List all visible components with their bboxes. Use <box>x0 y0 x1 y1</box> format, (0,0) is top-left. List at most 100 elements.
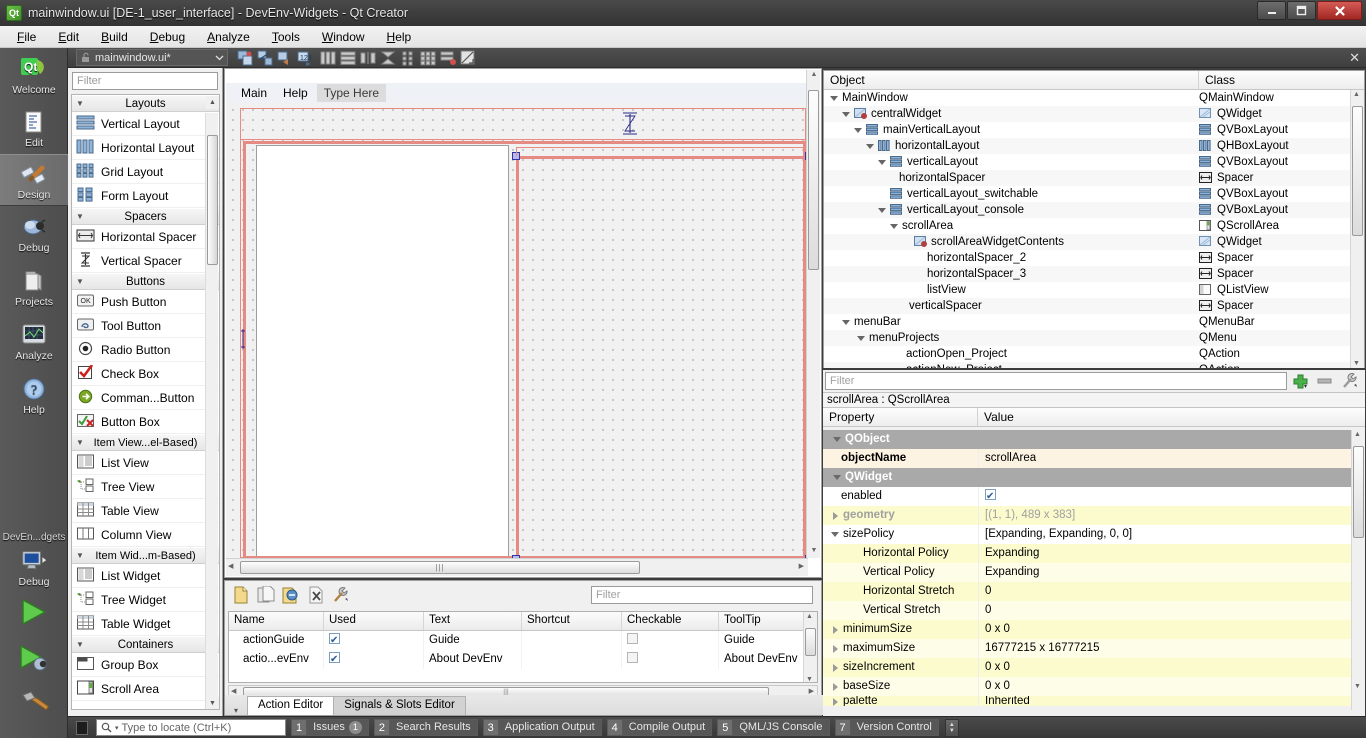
output-button-qmljs-console[interactable]: 5 QML/JS Console <box>717 719 830 736</box>
column-value[interactable]: Value <box>978 408 1020 426</box>
property-value[interactable]: 0 <box>978 601 1351 620</box>
used-checkbox[interactable] <box>329 650 340 669</box>
widget-item-tree-widget[interactable]: Tree Widget <box>72 588 219 612</box>
output-button-application-output[interactable]: 3 Application Output <box>482 719 602 736</box>
menu-build[interactable]: Build <box>90 27 139 47</box>
tree-row-horizontalspacer-2[interactable]: horizontalSpacer_2 Spacer <box>824 250 1352 266</box>
scroll-left-arrow-icon[interactable]: ◀ <box>231 687 236 695</box>
object-inspector-scrollbar[interactable]: ▲ ▼ <box>1350 90 1364 368</box>
column-name[interactable]: Name <box>229 612 324 630</box>
output-button-compile-output[interactable]: 4 Compile Output <box>606 719 713 736</box>
wrench-icon[interactable] <box>1339 373 1361 389</box>
property-value[interactable]: 0 x 0 <box>978 677 1351 696</box>
maximize-button[interactable] <box>1287 1 1316 20</box>
new-action-icon[interactable] <box>231 585 251 605</box>
widget-box-scrollbar[interactable]: ▲ ▼ <box>205 96 219 709</box>
scroll-down-arrow-icon[interactable]: ▼ <box>806 676 813 682</box>
widget-item-check-box[interactable]: Check Box <box>72 362 219 386</box>
adjust-size-icon[interactable] <box>459 49 477 67</box>
property-row-enabled[interactable]: enabled <box>823 487 1351 506</box>
property-value[interactable]: 0 x 0 <box>978 658 1351 677</box>
scroll-up-arrow-icon[interactable]: ▲ <box>809 71 819 81</box>
property-value[interactable]: Expanding <box>978 544 1351 563</box>
tree-row-actionnew-project[interactable]: actionNew_Project QAction <box>824 362 1352 368</box>
cell-checkable[interactable] <box>622 650 719 669</box>
tree-row-mainverticallayout[interactable]: mainVerticalLayout QVBoxLayout <box>824 122 1352 138</box>
active-project-label[interactable]: DevEn...dgets <box>0 528 68 545</box>
expander-icon[interactable] <box>842 318 851 327</box>
property-row-sizepolicy[interactable]: sizePolicy [Expanding, Expanding, 0, 0] <box>823 525 1351 544</box>
expander-icon[interactable] <box>831 530 840 539</box>
tree-row-actionopen-project[interactable]: actionOpen_Project QAction <box>824 346 1352 362</box>
property-group-qwidget[interactable]: QWidget <box>823 468 1351 487</box>
close-button[interactable] <box>1317 1 1362 20</box>
build-button[interactable] <box>0 681 68 727</box>
expander-icon[interactable] <box>878 206 887 215</box>
menu-edit[interactable]: Edit <box>47 27 90 47</box>
property-value[interactable] <box>978 487 1351 506</box>
tree-row-centralwidget[interactable]: centralWidget QWidget <box>824 106 1352 122</box>
tree-row-verticallayout[interactable]: verticalLayout QVBoxLayout <box>824 154 1352 170</box>
widget-item-column-view[interactable]: Column View <box>72 523 219 547</box>
property-row-vertical-stretch[interactable]: Vertical Stretch 0 <box>823 601 1351 620</box>
output-pane-toggle[interactable] <box>76 720 88 735</box>
enabled-checkbox[interactable] <box>985 487 996 506</box>
tree-row-scrollareawidgetcontents[interactable]: scrollAreaWidgetContents QWidget <box>824 234 1352 250</box>
scroll-up-arrow-icon[interactable]: ▲ <box>1354 431 1361 438</box>
debug-run-button[interactable] <box>0 635 68 681</box>
minus-icon[interactable] <box>1315 377 1335 385</box>
scroll-right-arrow-icon[interactable]: ▶ <box>799 562 804 570</box>
widget-item-list-view[interactable]: List View <box>72 451 219 475</box>
expander-icon[interactable] <box>878 158 887 167</box>
layout-splitter-h-icon[interactable] <box>359 49 377 67</box>
configure-icon[interactable] <box>331 585 351 605</box>
table-row[interactable]: actio...evEnv About DevEnv About DevEnv <box>229 650 817 669</box>
mode-welcome[interactable]: Qt Welcome <box>0 48 68 102</box>
tree-row-menuprojects[interactable]: menuProjects QMenu <box>824 330 1352 346</box>
widget-category-layouts[interactable]: ▼ Layouts <box>72 95 219 112</box>
form-canvas[interactable] <box>226 103 808 558</box>
property-row-basesize[interactable]: baseSize 0 x 0 <box>823 677 1351 696</box>
tree-row-scrollarea[interactable]: scrollArea QScrollArea <box>824 218 1352 234</box>
property-value[interactable]: [Expanding, Expanding, 0, 0] <box>978 525 1351 544</box>
property-value[interactable]: 0 x 0 <box>978 620 1351 639</box>
property-value[interactable]: Expanding <box>978 563 1351 582</box>
column-object[interactable]: Object <box>824 71 1199 89</box>
form-horizontal-scrollbar[interactable]: ◀ ||| ▶ <box>226 558 808 576</box>
property-value[interactable]: 16777215 x 16777215 <box>978 639 1351 658</box>
widget-item-vertical-layout[interactable]: Vertical Layout <box>72 112 219 136</box>
layout-grid-icon[interactable] <box>419 49 437 67</box>
widget-item-list-widget[interactable]: List Widget <box>72 564 219 588</box>
widget-item-horizontal-spacer[interactable]: Horizontal Spacer <box>72 225 219 249</box>
scroll-down-arrow-icon[interactable]: ▼ <box>1354 683 1361 690</box>
column-text[interactable]: Text <box>424 612 522 630</box>
layout-splitter-v-icon[interactable] <box>379 49 397 67</box>
widget-item-vertical-spacer[interactable]: Vertical Spacer <box>72 249 219 273</box>
column-tooltip[interactable]: ToolTip <box>719 612 804 630</box>
tree-row-horizontalspacer-3[interactable]: horizontalSpacer_3 Spacer <box>824 266 1352 282</box>
object-tree[interactable]: MainWindow QMainWindow centralWidget QWi… <box>824 90 1352 368</box>
edit-action-icon[interactable] <box>281 585 301 605</box>
property-row-vertical-policy[interactable]: Vertical Policy Expanding <box>823 563 1351 582</box>
output-pane-resize-handle[interactable]: ▲ ▼ <box>944 718 959 737</box>
menu-file[interactable]: File <box>6 27 47 47</box>
widget-item-table-widget[interactable]: Table Widget <box>72 612 219 636</box>
property-row-sizeincrement[interactable]: sizeIncrement 0 x 0 <box>823 658 1351 677</box>
widget-category-item-views[interactable]: ▼ Item View...el-Based) <box>72 434 219 451</box>
widget-item-push-button[interactable]: OK Push Button <box>72 290 219 314</box>
widget-item-command-link-button[interactable]: Comman...Button <box>72 386 219 410</box>
expander-icon[interactable] <box>831 682 840 691</box>
property-value[interactable]: scrollArea <box>978 449 1351 468</box>
tree-row-menubar[interactable]: menuBar QMenuBar <box>824 314 1352 330</box>
tab-overflow-icon[interactable]: ▾ <box>225 706 247 715</box>
widget-category-buttons[interactable]: ▼ Buttons <box>72 273 219 290</box>
menu-tools[interactable]: Tools <box>261 27 311 47</box>
checkable-checkbox[interactable] <box>627 633 638 644</box>
mode-debug[interactable]: Debug <box>0 206 68 260</box>
action-table-vertical-scrollbar[interactable]: ▲ ▼ <box>803 612 817 682</box>
widget-category-spacers[interactable]: ▼ Spacers <box>72 208 219 225</box>
layout-form-icon[interactable] <box>399 49 417 67</box>
widget-box-filter-input[interactable]: Filter <box>72 72 218 90</box>
cell-checkable[interactable] <box>622 631 719 650</box>
action-table[interactable]: Name Used Text Shortcut Checkable ToolTi… <box>228 611 818 683</box>
